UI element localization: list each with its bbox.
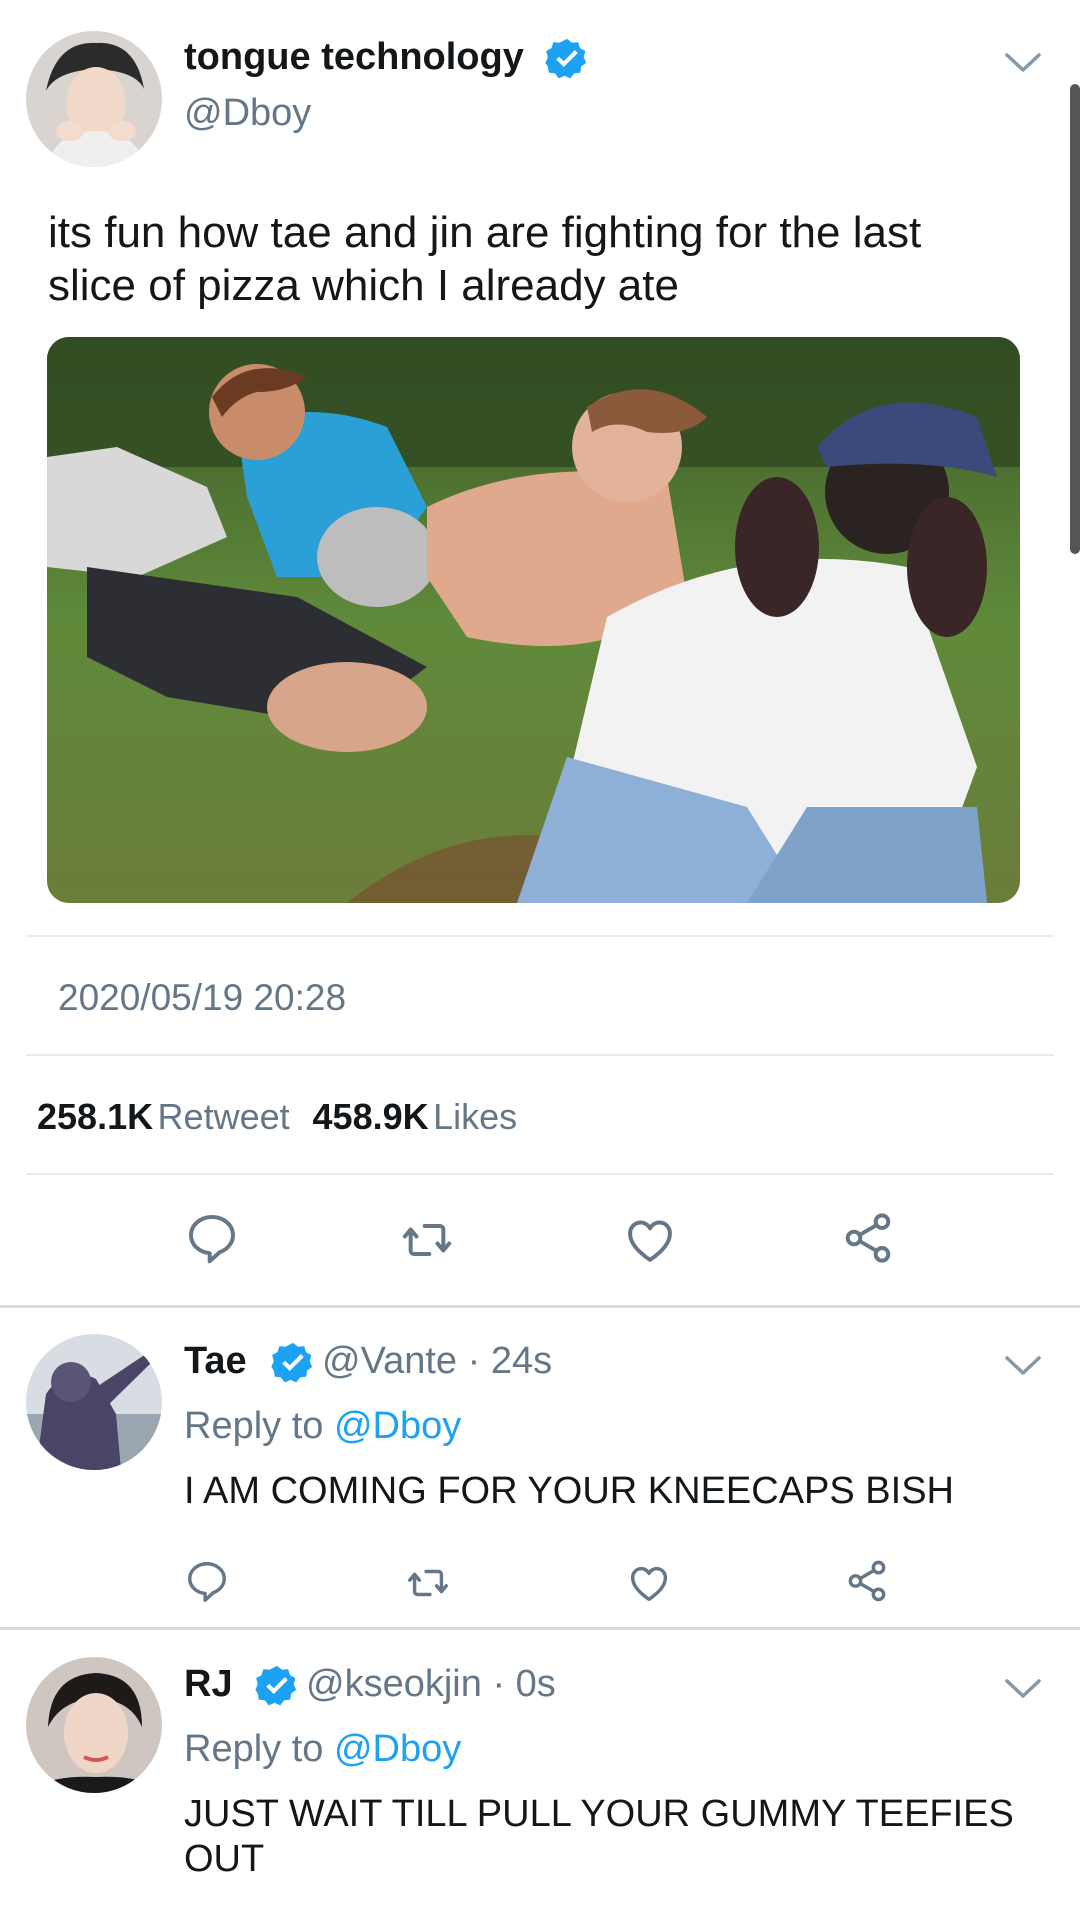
- reply-meta: @kseokjin · 0s: [306, 1663, 556, 1706]
- section-divider: [0, 1305, 1080, 1308]
- reply-icon[interactable]: [184, 1210, 240, 1266]
- reply-to-label: Reply to: [184, 1728, 324, 1770]
- reply-text: JUST WAIT TILL PULL YOUR GUMMY TEEFIES O…: [184, 1793, 1014, 1880]
- reply-author-name[interactable]: RJ: [184, 1663, 233, 1706]
- reply-meta: @Vante · 24s: [322, 1340, 552, 1383]
- chevron-down-icon[interactable]: [1003, 1676, 1043, 1702]
- reply-to-line: Reply to @Dboy: [184, 1728, 461, 1771]
- chevron-down-icon[interactable]: [1003, 50, 1043, 76]
- scrollbar[interactable]: [1070, 84, 1080, 554]
- reply-to-label: Reply to: [184, 1405, 324, 1447]
- divider: [26, 1054, 1054, 1056]
- author-name[interactable]: tongue technology: [184, 36, 524, 79]
- divider: [26, 935, 1054, 937]
- reply-time: · 24s: [467, 1340, 553, 1382]
- share-icon[interactable]: [844, 1558, 890, 1604]
- heart-icon[interactable]: [622, 1212, 678, 1268]
- tweet-timestamp: 2020/05/19 20:28: [58, 977, 347, 1018]
- retweet-icon[interactable]: [398, 1212, 456, 1268]
- retweet-icon[interactable]: [404, 1560, 452, 1606]
- divider: [26, 1173, 1054, 1175]
- reply-to-link[interactable]: @Dboy: [334, 1405, 461, 1447]
- reply-author-name[interactable]: Tae: [184, 1340, 247, 1383]
- reply-time: · 0s: [492, 1663, 556, 1705]
- tweet-text: its fun how tae and jin are fighting for…: [48, 208, 922, 310]
- section-divider: [0, 1627, 1080, 1630]
- verified-badge-icon: [254, 1663, 300, 1709]
- heart-icon[interactable]: [626, 1560, 672, 1606]
- stats-row: 258.1K Retweet 458.9K Likes: [37, 1096, 517, 1138]
- retweet-label[interactable]: Retweet: [158, 1096, 290, 1137]
- reply-to-link[interactable]: @Dboy: [334, 1728, 461, 1770]
- reply-avatar[interactable]: [26, 1657, 162, 1793]
- reply-to-line: Reply to @Dboy: [184, 1405, 461, 1448]
- author-handle[interactable]: @Dboy: [184, 92, 311, 135]
- reply-avatar[interactable]: [26, 1334, 162, 1470]
- share-icon[interactable]: [840, 1210, 896, 1266]
- reply-text: I AM COMING FOR YOUR KNEECAPS BISH: [184, 1470, 954, 1512]
- verified-badge-icon: [270, 1340, 316, 1386]
- verified-badge-icon: [544, 36, 590, 82]
- reply-handle[interactable]: @Vante: [322, 1340, 457, 1382]
- author-avatar[interactable]: [26, 31, 162, 167]
- chevron-down-icon[interactable]: [1003, 1353, 1043, 1379]
- retweet-count[interactable]: 258.1K: [37, 1096, 153, 1137]
- reply-handle[interactable]: @kseokjin: [306, 1663, 482, 1705]
- likes-label[interactable]: Likes: [433, 1096, 517, 1137]
- reply-icon[interactable]: [184, 1558, 230, 1604]
- likes-count[interactable]: 458.9K: [313, 1096, 429, 1137]
- tweet-photo[interactable]: [47, 337, 1020, 903]
